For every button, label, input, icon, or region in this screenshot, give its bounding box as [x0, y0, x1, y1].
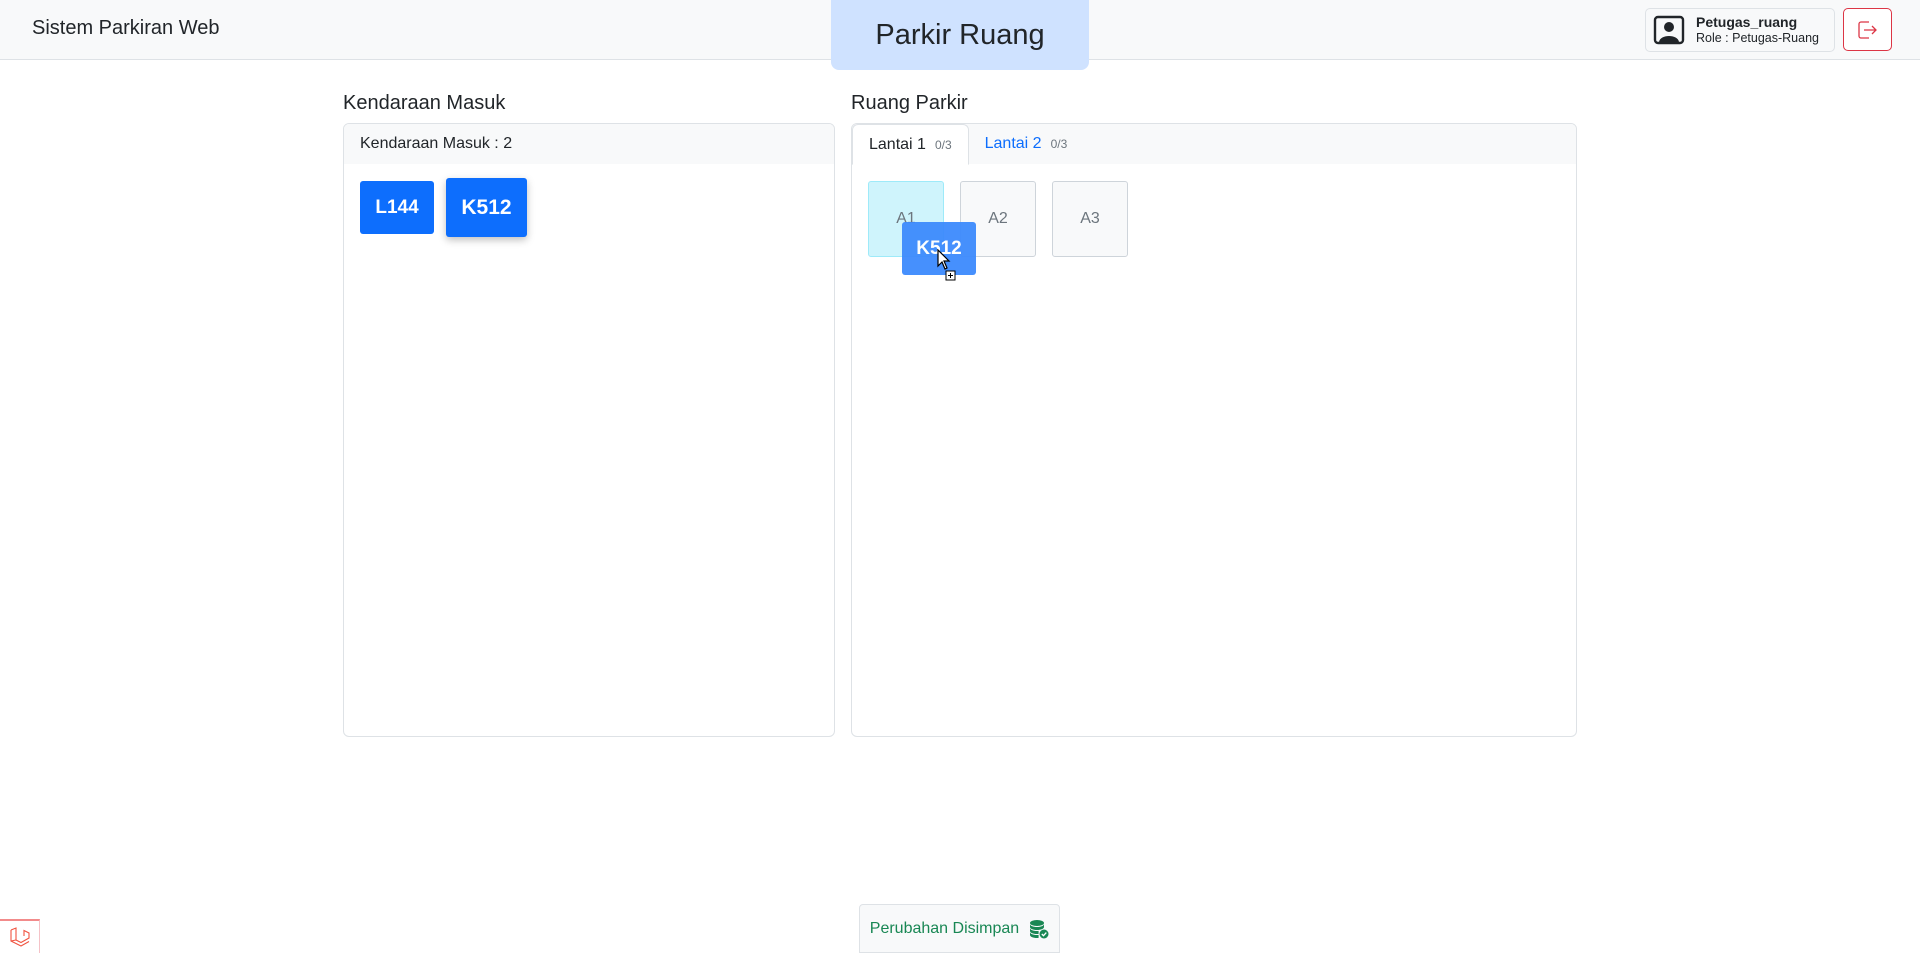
vehicle-chip-k512[interactable]: K512: [446, 178, 527, 237]
user-profile[interactable]: Petugas_ruang Role : Petugas-Ruang: [1645, 8, 1835, 52]
parking-space-title: Ruang Parkir: [851, 92, 968, 114]
tab-count: 0/3: [1050, 136, 1068, 151]
incoming-vehicles-header: Kendaraan Masuk : 2: [344, 124, 834, 164]
tab-label: Lantai 2: [984, 134, 1042, 152]
tab-lantai-2[interactable]: Lantai 2 0/3: [969, 124, 1084, 164]
save-status-text: Perubahan Disimpan: [869, 919, 1020, 937]
tab-label: Lantai 1: [869, 135, 926, 153]
tab-lantai-1[interactable]: Lantai 1 0/3: [852, 124, 969, 165]
parking-slot-a3[interactable]: A3: [1052, 181, 1128, 257]
save-status: Perubahan Disimpan: [859, 904, 1060, 953]
user-name: Petugas_ruang: [1696, 14, 1798, 30]
drag-copy-cursor-icon: [937, 249, 956, 281]
logout-icon: [1857, 20, 1877, 39]
user-portrait-icon: [1653, 14, 1685, 46]
laravel-logo-icon[interactable]: [0, 919, 40, 953]
user-role: Role : Petugas-Ruang: [1696, 31, 1819, 45]
incoming-vehicles-title: Kendaraan Masuk: [343, 92, 506, 114]
vehicle-chip-l144[interactable]: L144: [360, 181, 434, 234]
tab-count: 0/3: [934, 137, 952, 152]
logout-button[interactable]: [1843, 8, 1892, 51]
page-title: Parkir Ruang: [831, 0, 1089, 70]
database-check-icon: [1030, 919, 1049, 938]
floor-tabs: Lantai 1 0/3 Lantai 2 0/3: [852, 124, 1576, 165]
app-brand[interactable]: Sistem Parkiran Web: [32, 17, 219, 40]
